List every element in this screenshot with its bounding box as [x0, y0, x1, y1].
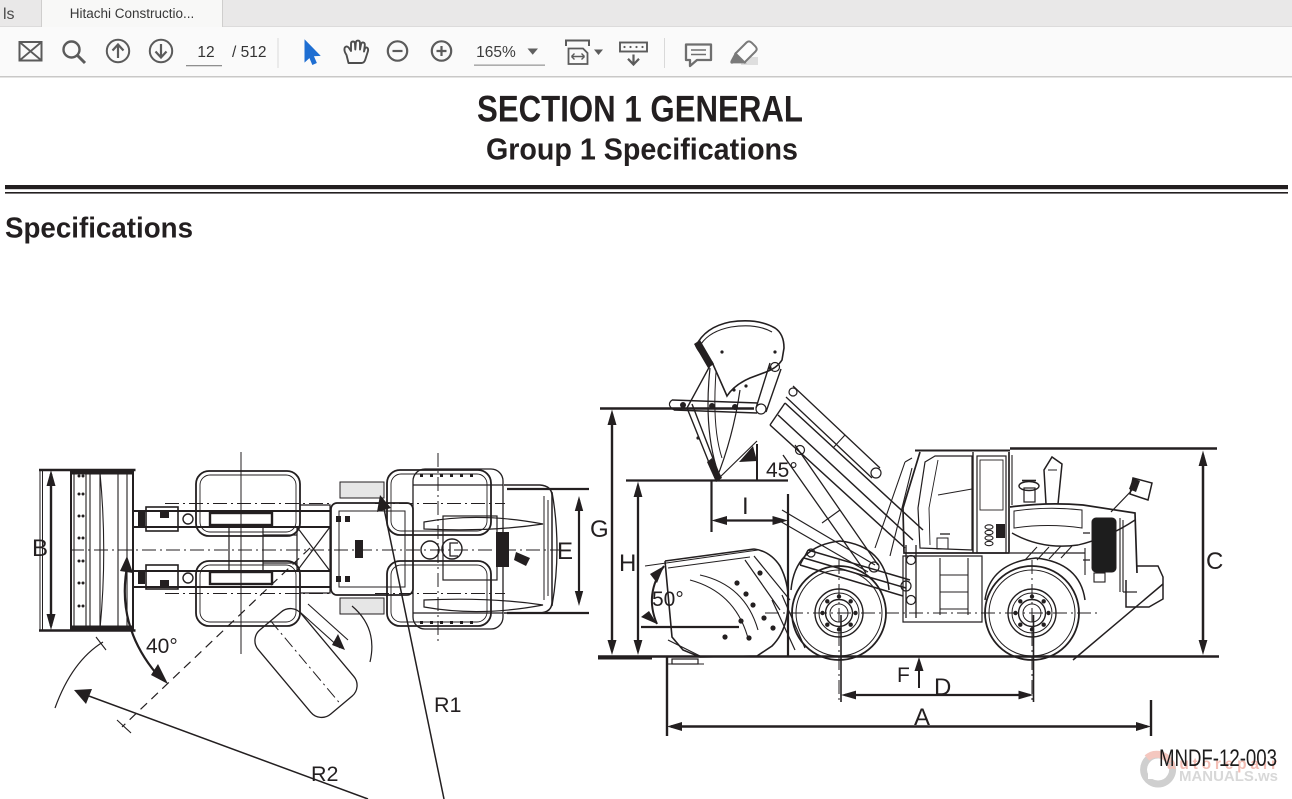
svg-text:40°: 40°	[146, 635, 178, 658]
svg-text:50°: 50°	[652, 588, 684, 611]
svg-text:MNDF-12-003: MNDF-12-003	[1159, 745, 1277, 772]
svg-text:Hitachi Constructio...: Hitachi Constructio...	[70, 6, 195, 21]
svg-text:SECTION 1 GENERAL: SECTION 1 GENERAL	[477, 89, 803, 130]
svg-text:I: I	[742, 493, 749, 520]
svg-text:R1: R1	[434, 693, 461, 717]
svg-text:45°: 45°	[766, 459, 798, 482]
svg-text:G: G	[590, 516, 609, 543]
svg-text:H: H	[619, 550, 636, 577]
svg-text:Specifications: Specifications	[5, 213, 193, 245]
svg-text:B: B	[32, 535, 48, 562]
svg-text:A: A	[914, 704, 930, 731]
svg-text:Group 1 Specifications: Group 1 Specifications	[486, 133, 798, 167]
svg-text:R2: R2	[311, 762, 338, 786]
svg-text:12: 12	[197, 44, 214, 61]
svg-text:ls: ls	[3, 6, 15, 23]
svg-text:D: D	[934, 674, 951, 701]
svg-text:C: C	[1206, 548, 1223, 575]
svg-text:E: E	[557, 538, 573, 565]
svg-text:F: F	[897, 664, 910, 687]
svg-text:/ 512: / 512	[232, 44, 266, 61]
svg-text:165%: 165%	[476, 44, 516, 61]
